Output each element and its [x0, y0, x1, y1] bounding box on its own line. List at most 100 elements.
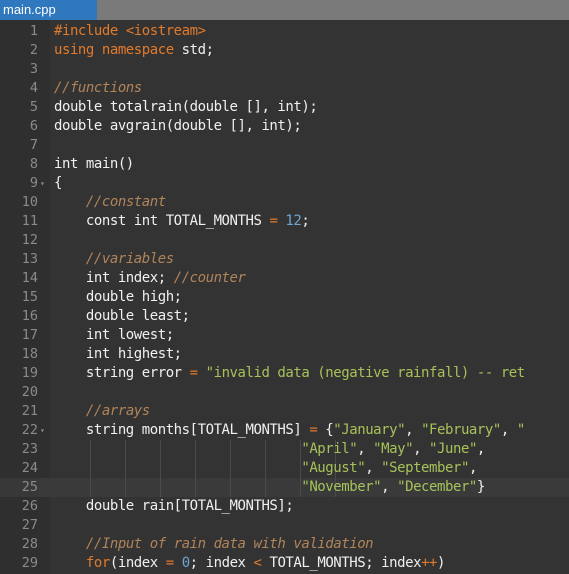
code-line[interactable]: 13 //variables — [0, 250, 569, 269]
line-number: 24 — [21, 460, 38, 476]
code-line[interactable]: 12 — [0, 231, 569, 250]
token-text: int lowest; — [54, 327, 174, 343]
code-line[interactable]: 20 — [0, 383, 569, 402]
token-text: { — [54, 175, 62, 191]
line-number: 10 — [21, 194, 38, 210]
line-number: 2 — [29, 42, 38, 58]
code-line[interactable]: 4 //functions — [0, 79, 569, 98]
code-line[interactable]: 14 int index; //counter — [0, 269, 569, 288]
token-comment: //functions — [54, 80, 142, 96]
code-line[interactable]: 28 //Input of rain data with validation — [0, 535, 569, 554]
code-line[interactable]: 5 double totalrain(double [], int); — [0, 98, 569, 117]
code-line[interactable]: 19 string error = "invalid data (negativ… — [0, 364, 569, 383]
code-lines: 1 #include <iostream> 2 using namespace std… — [0, 22, 569, 573]
line-number: 29 — [21, 555, 38, 571]
code-text: int index; //counter — [54, 269, 246, 288]
code-line[interactable]: 10 //constant — [0, 193, 569, 212]
token-text: , — [365, 460, 382, 476]
code-editor[interactable]: 1 #include <iostream> 2 using namespace std… — [0, 20, 569, 574]
code-line[interactable]: 27 — [0, 516, 569, 535]
code-line[interactable]: 22 ▾ string months[TOTAL_MONTHS] = {"Janu… — [0, 421, 569, 440]
code-line[interactable]: 25 "November", "December"} — [0, 478, 569, 497]
code-text: string error = "invalid data (negative r… — [54, 364, 525, 383]
code-text: { — [54, 174, 62, 193]
code-line[interactable]: 23 "April", "May", "June", — [0, 440, 569, 459]
token-text: int main() — [54, 156, 134, 172]
token-string: "December" — [397, 479, 477, 495]
line-number: 1 — [29, 23, 38, 39]
line-number: 5 — [29, 99, 38, 115]
code-line[interactable]: 3 — [0, 60, 569, 79]
token-string: " — [516, 422, 525, 438]
line-number: 9 — [29, 175, 38, 191]
code-text: #include <iostream> — [54, 22, 206, 41]
token-text: } — [476, 479, 485, 495]
token-string: "May" — [373, 441, 414, 457]
line-number: 21 — [21, 403, 38, 419]
token-comment: //arrays — [85, 403, 150, 419]
token-text: , — [413, 441, 430, 457]
line-number: 11 — [21, 213, 38, 229]
line-number: 7 — [29, 137, 38, 153]
token-text: , — [476, 441, 485, 457]
token-operator: = — [189, 365, 198, 381]
code-line[interactable]: 9 ▾ { — [0, 174, 569, 193]
code-text: "August", "September", — [54, 459, 477, 478]
code-line[interactable]: 18 int highest; — [0, 345, 569, 364]
code-line[interactable]: 1 #include <iostream> — [0, 22, 569, 41]
token-keyword: for — [85, 555, 110, 571]
code-line[interactable]: 15 double high; — [0, 288, 569, 307]
line-number: 22 — [21, 422, 38, 438]
code-text: int main() — [54, 155, 134, 174]
token-string: "September" — [381, 460, 469, 476]
line-number: 18 — [21, 346, 38, 362]
tab-bar: main.cpp — [0, 0, 569, 20]
code-line[interactable]: 17 int lowest; — [0, 326, 569, 345]
code-text: "November", "December"} — [54, 478, 485, 497]
code-line[interactable]: 24 "August", "September", — [0, 459, 569, 478]
token-comment: //Input of rain data with validation — [85, 536, 374, 552]
code-text: for(index = 0; index < TOTAL_MONTHS; ind… — [54, 554, 446, 573]
line-number: 26 — [21, 498, 38, 514]
line-number: 19 — [21, 365, 38, 381]
code-line[interactable]: 21 //arrays — [0, 402, 569, 421]
token-text: double least; — [54, 308, 190, 324]
token-text: double high; — [54, 289, 182, 305]
code-line[interactable]: 11 const int TOTAL_MONTHS = 12; — [0, 212, 569, 231]
token-text: int highest; — [54, 346, 182, 362]
fold-toggle-icon[interactable]: ▾ — [40, 421, 45, 440]
fold-toggle-icon[interactable]: ▾ — [40, 174, 45, 193]
line-number: 23 — [21, 441, 38, 457]
code-line[interactable]: 16 double least; — [0, 307, 569, 326]
code-line[interactable]: 6 double avgrain(double [], int); — [0, 117, 569, 136]
code-line[interactable]: 29 for(index = 0; index < TOTAL_MONTHS; … — [0, 554, 569, 573]
line-number: 17 — [21, 327, 38, 343]
token-text: , — [468, 460, 477, 476]
token-text: (index — [109, 555, 166, 571]
code-line[interactable]: 8 int main() — [0, 155, 569, 174]
token-text: { — [317, 422, 334, 438]
token-keyword: <iostream> — [125, 23, 206, 39]
code-text: double totalrain(double [], int); — [54, 98, 318, 117]
token-text: , — [405, 422, 422, 438]
token-comment: //variables — [85, 251, 174, 267]
token-text: ) — [437, 555, 446, 571]
line-number: 28 — [21, 536, 38, 552]
tab-main-cpp[interactable]: main.cpp — [0, 0, 97, 20]
code-line[interactable]: 7 — [0, 136, 569, 155]
code-line[interactable]: 2 using namespace std; — [0, 41, 569, 60]
token-string: "invalid data (negative rainfall) -- ret — [205, 365, 526, 381]
code-text: //constant — [54, 193, 166, 212]
token-operator: < — [253, 555, 262, 571]
token-number: 12 — [285, 213, 302, 229]
code-line[interactable]: 26 double rain[TOTAL_MONTHS]; — [0, 497, 569, 516]
code-text: string months[TOTAL_MONTHS] = {"January"… — [54, 421, 525, 440]
line-number: 6 — [29, 118, 38, 134]
